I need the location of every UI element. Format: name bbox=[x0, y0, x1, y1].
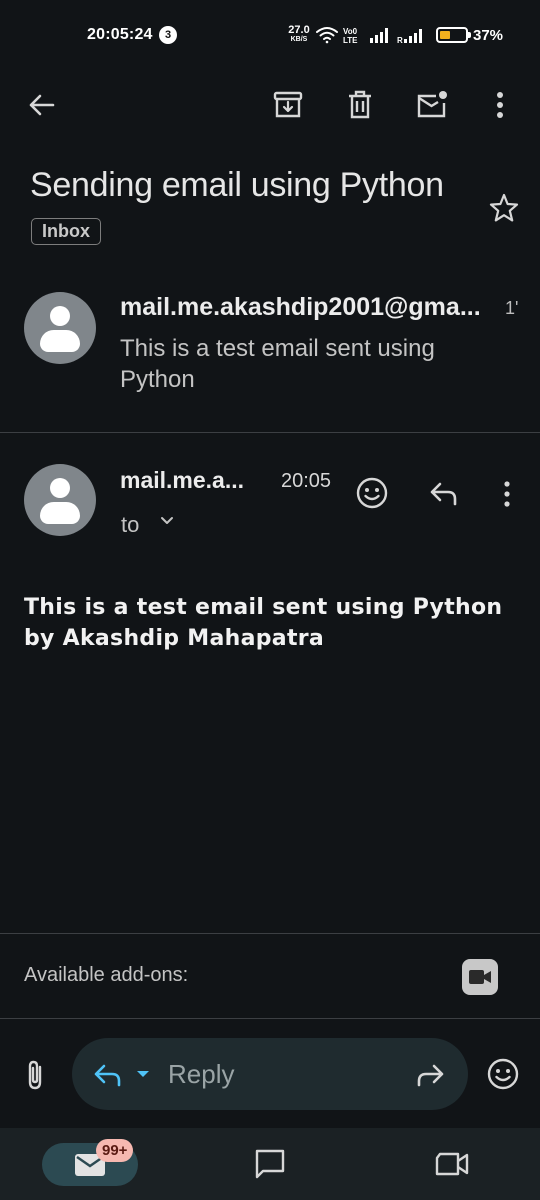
more-vert-icon[interactable] bbox=[497, 479, 517, 509]
mark-unread-icon[interactable] bbox=[414, 89, 450, 121]
svg-text:Vo0: Vo0 bbox=[343, 27, 358, 36]
divider bbox=[0, 933, 540, 934]
archive-icon[interactable] bbox=[272, 90, 304, 120]
sender-name[interactable]: mail.me.akashdip2001@gma... bbox=[120, 293, 481, 322]
delete-icon[interactable] bbox=[345, 89, 375, 121]
status-time: 20:05:24 bbox=[87, 26, 153, 43]
battery-percent: 37% bbox=[473, 27, 504, 44]
emoji-icon[interactable] bbox=[486, 1057, 520, 1091]
roaming-signal-icon: R bbox=[397, 29, 422, 45]
network-speed-unit: KB/S bbox=[290, 36, 308, 43]
message-time: 1' bbox=[505, 298, 519, 318]
status-bar: 20:05:24 3 27.0 KB/S Vo0 LTE R 37% bbox=[0, 0, 540, 70]
svg-text:LTE: LTE bbox=[343, 36, 358, 45]
attach-icon[interactable] bbox=[22, 1058, 48, 1092]
star-outline-icon[interactable] bbox=[488, 193, 520, 223]
message-snippet[interactable]: This is a test email sent using Python bbox=[120, 333, 500, 395]
status-icons: Vo0 LTE R bbox=[316, 25, 432, 50]
addons-label: Available add-ons: bbox=[24, 964, 189, 986]
notification-count: 3 bbox=[159, 26, 177, 44]
meet-video-icon[interactable] bbox=[462, 959, 498, 995]
forward-icon[interactable] bbox=[414, 1059, 446, 1089]
avatar[interactable] bbox=[24, 292, 96, 364]
reply-icon[interactable] bbox=[92, 1059, 124, 1089]
divider bbox=[0, 1018, 540, 1019]
message-time: 20:05 bbox=[281, 470, 332, 492]
reply-label[interactable]: Reply bbox=[168, 1059, 234, 1090]
email-screen: 20:05:24 3 27.0 KB/S Vo0 LTE R 37% Sendi… bbox=[0, 0, 540, 1200]
emoji-reaction-icon[interactable] bbox=[355, 476, 389, 510]
reply-menu-icon[interactable] bbox=[135, 1069, 151, 1079]
reply-input[interactable] bbox=[72, 1038, 468, 1110]
more-vert-icon[interactable] bbox=[490, 90, 510, 120]
battery-icon bbox=[436, 27, 471, 43]
network-speed: 27.0 KB/S bbox=[286, 25, 312, 44]
divider bbox=[0, 432, 540, 433]
signal-icon bbox=[370, 28, 388, 43]
volte-icon: Vo0LTE bbox=[343, 27, 358, 45]
email-subject: Sending email using Python bbox=[30, 166, 444, 204]
back-arrow-icon[interactable] bbox=[26, 90, 56, 120]
network-speed-value: 27.0 bbox=[288, 24, 310, 36]
reply-icon[interactable] bbox=[428, 478, 460, 508]
wifi-icon bbox=[316, 27, 338, 44]
chat-icon[interactable] bbox=[254, 1148, 286, 1180]
sender-name[interactable]: mail.me.a... bbox=[120, 467, 244, 494]
avatar[interactable] bbox=[24, 464, 96, 536]
label-chip[interactable]: Inbox bbox=[31, 218, 101, 245]
svg-text:R: R bbox=[397, 36, 403, 45]
message-body: This is a test email sent using Python b… bbox=[24, 595, 503, 651]
mail-badge: 99+ bbox=[96, 1139, 134, 1162]
recipients-toggle[interactable]: to bbox=[121, 512, 139, 538]
chevron-down-icon[interactable] bbox=[159, 515, 175, 527]
meet-icon[interactable] bbox=[434, 1150, 470, 1178]
